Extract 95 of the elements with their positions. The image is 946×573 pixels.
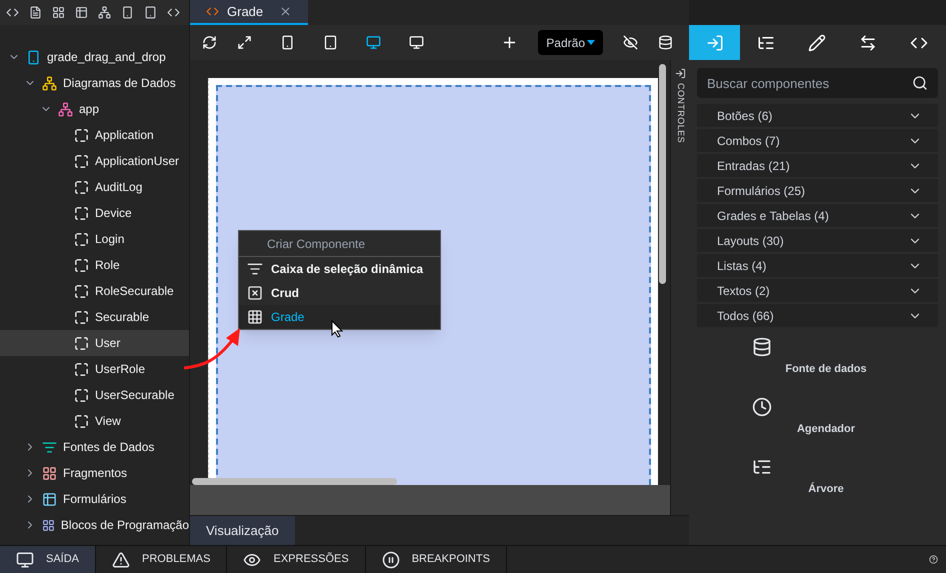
- tree-item[interactable]: Device: [0, 200, 189, 226]
- nodes-icon: [58, 102, 73, 116]
- tree-item[interactable]: View: [0, 408, 189, 434]
- category-row[interactable]: Combos (7): [697, 129, 938, 152]
- preview-tab[interactable]: Visualização: [190, 516, 295, 545]
- desktop-icon: [366, 35, 381, 50]
- entity-icon: [74, 154, 89, 168]
- tree-item[interactable]: RoleSecurable: [0, 278, 189, 304]
- tree-item[interactable]: Blocos de Programação: [0, 512, 189, 538]
- resize-icon: [858, 34, 876, 52]
- tree-item[interactable]: Formulários: [0, 486, 189, 512]
- category-row[interactable]: Botões (6): [697, 104, 938, 127]
- login-icon: [674, 68, 686, 79]
- close-icon[interactable]: [279, 5, 292, 18]
- table-icon[interactable]: [75, 6, 88, 19]
- phone-icon: [280, 35, 295, 50]
- cursor-icon: [331, 320, 343, 338]
- entity-icon: [74, 336, 89, 350]
- dropdown-icon: [587, 40, 595, 45]
- category-row[interactable]: Todos (66): [697, 304, 938, 327]
- monitor-icon: [16, 550, 34, 568]
- component-item[interactable]: Agendador: [697, 389, 938, 449]
- hierarchy-icon: [42, 76, 57, 90]
- device-button[interactable]: [280, 35, 295, 50]
- hierarchy-icon[interactable]: [98, 6, 111, 19]
- category-row[interactable]: Entradas (21): [697, 154, 938, 177]
- status-tab[interactable]: EXPRESSÕES: [227, 546, 366, 573]
- editor-tab[interactable]: Grade: [190, 0, 308, 25]
- category-row[interactable]: Textos (2): [697, 279, 938, 302]
- pencil-icon: [808, 34, 826, 52]
- menu-item[interactable]: Crud: [239, 281, 440, 305]
- menu-item[interactable]: Grade: [239, 305, 440, 329]
- category-row[interactable]: Layouts (30): [697, 229, 938, 252]
- status-tab[interactable]: SAÍDA: [0, 546, 96, 573]
- refresh-icon[interactable]: [202, 35, 217, 50]
- tree-item[interactable]: Fragmentos: [0, 460, 189, 486]
- database-icon[interactable]: [658, 35, 673, 50]
- tree-item[interactable]: Securable: [0, 304, 189, 330]
- entity-icon: [74, 388, 89, 402]
- menu-item[interactable]: Caixa de seleção dinâmica: [239, 257, 440, 281]
- tree-item[interactable]: UserRole: [0, 356, 189, 382]
- tree-item[interactable]: grade_drag_and_drop: [0, 44, 189, 70]
- theme-select[interactable]: Padrão: [538, 30, 603, 55]
- entity-icon: [74, 284, 89, 298]
- tree-item[interactable]: Fontes de Dados: [0, 434, 189, 460]
- tree-item[interactable]: ApplicationUser: [0, 148, 189, 174]
- entity-icon: [74, 258, 89, 272]
- vertical-scrollbar[interactable]: [659, 64, 666, 284]
- tree-item[interactable]: Application: [0, 122, 189, 148]
- horizontal-scrollbar[interactable]: [192, 478, 397, 485]
- entity-icon: [74, 128, 89, 142]
- category-row[interactable]: Grades e Tabelas (4): [697, 204, 938, 227]
- clock-icon: [752, 397, 772, 417]
- tree-item[interactable]: app: [0, 96, 189, 122]
- code-icon[interactable]: [6, 6, 19, 19]
- crud-icon: [247, 285, 263, 301]
- tree-item[interactable]: User: [0, 330, 189, 356]
- component-item[interactable]: Fonte de dados: [697, 329, 938, 389]
- entity-icon: [74, 206, 89, 220]
- expand-icon[interactable]: [237, 35, 252, 50]
- entity-icon: [74, 414, 89, 428]
- entity-icon: [74, 232, 89, 246]
- tree-item[interactable]: Role: [0, 252, 189, 278]
- menu-title: Criar Componente: [239, 231, 440, 257]
- status-tab[interactable]: BREAKPOINTS: [366, 546, 507, 573]
- help-icon[interactable]: [929, 555, 938, 564]
- tree-item[interactable]: UserSecurable: [0, 382, 189, 408]
- device-icon[interactable]: [144, 6, 157, 19]
- warning-icon: [112, 550, 130, 568]
- tree-item[interactable]: Login: [0, 226, 189, 252]
- pause-icon: [382, 550, 400, 568]
- tree-item[interactable]: AuditLog: [0, 174, 189, 200]
- layout-icon[interactable]: [52, 6, 65, 19]
- device-button[interactable]: [323, 35, 338, 50]
- entity-icon: [74, 362, 89, 376]
- phone-icon[interactable]: [121, 6, 134, 19]
- component-item[interactable]: Árvore: [697, 449, 938, 509]
- monitor-icon: [409, 35, 424, 50]
- category-row[interactable]: Listas (4): [697, 254, 938, 277]
- grid-icon: [247, 309, 263, 325]
- login-icon: [706, 34, 724, 52]
- phone-icon: [26, 50, 41, 64]
- report-icon[interactable]: [29, 6, 42, 19]
- database-icon: [752, 337, 772, 357]
- tablet-icon: [323, 35, 338, 50]
- device-button[interactable]: [366, 35, 381, 50]
- category-row[interactable]: Formulários (25): [697, 179, 938, 202]
- search-field[interactable]: Buscar componentes: [697, 68, 938, 98]
- entity-icon: [74, 310, 89, 324]
- device-button[interactable]: [409, 35, 424, 50]
- tree-item[interactable]: Diagramas de Dados: [0, 70, 189, 96]
- entity-icon: [74, 180, 89, 194]
- search-icon: [912, 75, 928, 91]
- status-tab[interactable]: PROBLEMAS: [96, 546, 228, 573]
- hide-icon[interactable]: [623, 35, 638, 50]
